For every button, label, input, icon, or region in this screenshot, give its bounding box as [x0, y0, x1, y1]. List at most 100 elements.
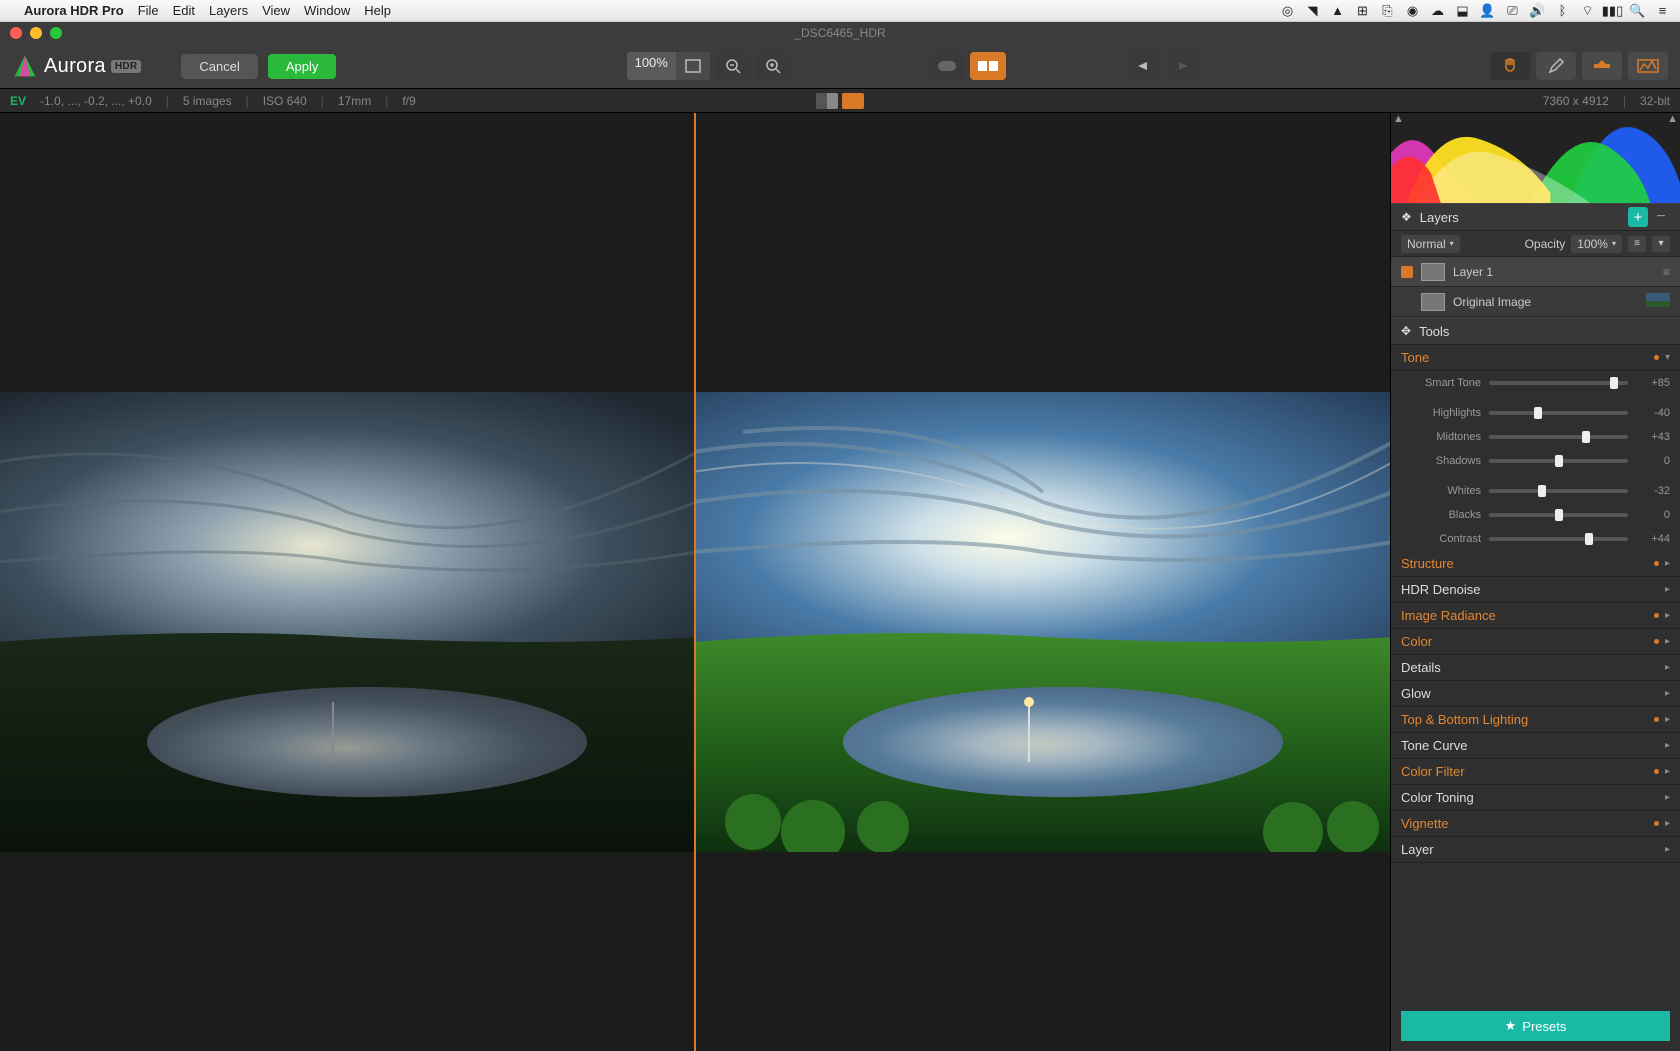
layer-options-button[interactable]: ▾: [1652, 236, 1670, 252]
section-layer[interactable]: Layer▸: [1391, 837, 1680, 863]
section-top-bottom-lighting[interactable]: Top & Bottom Lighting▸: [1391, 707, 1680, 733]
shadow-clip-icon[interactable]: ▲: [1393, 113, 1404, 125]
tray-icon-3[interactable]: ▲: [1330, 3, 1345, 18]
add-layer-button[interactable]: +: [1628, 207, 1648, 227]
tray-wifi-icon[interactable]: ⌔: [1580, 3, 1595, 18]
tray-icon-2[interactable]: ◥: [1305, 3, 1320, 18]
slider-track[interactable]: [1489, 537, 1628, 541]
tray-cloud-icon[interactable]: ☁: [1430, 3, 1445, 18]
gradient-tool-button[interactable]: [1582, 52, 1622, 80]
tray-dropbox-icon[interactable]: ⬓: [1455, 3, 1470, 18]
section-details[interactable]: Details▸: [1391, 655, 1680, 681]
app-logo: Aurora HDR: [12, 53, 141, 79]
brush-tool-button[interactable]: [1536, 52, 1576, 80]
blend-mode-select[interactable]: Normal▾: [1401, 235, 1460, 253]
tray-menu-icon[interactable]: ≡: [1655, 3, 1670, 18]
slider-track[interactable]: [1489, 489, 1628, 493]
menu-layers[interactable]: Layers: [209, 3, 248, 18]
split-compare-button[interactable]: [816, 93, 838, 109]
zoom-level[interactable]: 100%: [627, 52, 676, 80]
slider-track[interactable]: [1489, 411, 1628, 415]
menubar-app-name[interactable]: Aurora HDR Pro: [24, 3, 124, 18]
apply-button[interactable]: Apply: [268, 54, 337, 79]
before-image-panel: [0, 113, 694, 1051]
hand-tool-button[interactable]: [1490, 52, 1530, 80]
section-color[interactable]: Color▸: [1391, 629, 1680, 655]
tray-display-icon[interactable]: ⎚: [1505, 3, 1520, 18]
cancel-button[interactable]: Cancel: [181, 54, 257, 79]
tools-title: Tools: [1419, 324, 1449, 339]
undo-button[interactable]: [1126, 52, 1160, 80]
bit-depth: 32-bit: [1640, 94, 1670, 108]
opacity-select[interactable]: 100%▾: [1571, 235, 1622, 253]
menu-window[interactable]: Window: [304, 3, 350, 18]
section-tone[interactable]: Tone ▾: [1391, 345, 1680, 371]
tray-bluetooth-icon[interactable]: ᛒ: [1555, 3, 1570, 18]
window-close-button[interactable]: [10, 27, 22, 39]
section-color-toning[interactable]: Color Toning▸: [1391, 785, 1680, 811]
slider-track[interactable]: [1489, 381, 1628, 385]
tray-volume-icon[interactable]: 🔊: [1530, 3, 1545, 18]
menubar-tray: ◎ ◥ ▲ ⊞ ⎘ ◉ ☁ ⬓ 👤 ⎚ 🔊 ᛒ ⌔ ▮▮▯ 🔍 ≡: [1280, 3, 1670, 18]
tray-battery-icon[interactable]: ▮▮▯: [1605, 3, 1620, 18]
remove-layer-button[interactable]: −: [1652, 207, 1670, 227]
slider-whites[interactable]: Whites-32: [1391, 479, 1680, 503]
menu-help[interactable]: Help: [364, 3, 391, 18]
layer-menu-icon[interactable]: ≡: [1663, 265, 1670, 279]
section-image-radiance[interactable]: Image Radiance▸: [1391, 603, 1680, 629]
fit-screen-button[interactable]: [676, 52, 710, 80]
zoom-out-button[interactable]: [716, 52, 750, 80]
canvas[interactable]: [0, 113, 1390, 1051]
histogram[interactable]: ▲ ▲: [1391, 113, 1680, 203]
slider-contrast[interactable]: Contrast+44: [1391, 527, 1680, 551]
tray-user-icon[interactable]: 👤: [1480, 3, 1495, 18]
layer-row-original[interactable]: Original Image: [1391, 287, 1680, 317]
section-hdr-denoise[interactable]: HDR Denoise▸: [1391, 577, 1680, 603]
redo-button[interactable]: [1166, 52, 1200, 80]
window-minimize-button[interactable]: [30, 27, 42, 39]
menu-edit[interactable]: Edit: [173, 3, 195, 18]
side-compare-button[interactable]: [842, 93, 864, 109]
slider-blacks[interactable]: Blacks0: [1391, 503, 1680, 527]
preview-mode-controls: [930, 52, 1006, 80]
menu-view[interactable]: View: [262, 3, 290, 18]
single-view-button[interactable]: [930, 52, 964, 80]
zoom-in-button[interactable]: [756, 52, 790, 80]
compare-view-button[interactable]: [970, 52, 1006, 80]
layer-thumbnail: [1421, 263, 1445, 281]
sidebar: ▲ ▲ ❖ Layers + − Normal▾: [1390, 113, 1680, 1051]
highlight-clip-icon[interactable]: ▲: [1667, 113, 1678, 125]
presets-button[interactable]: ★ Presets: [1401, 1011, 1670, 1041]
tray-icon-6[interactable]: ◉: [1405, 3, 1420, 18]
slider-track[interactable]: [1489, 513, 1628, 517]
mask-mode-button[interactable]: ≡: [1628, 236, 1646, 252]
section-tone-curve[interactable]: Tone Curve▸: [1391, 733, 1680, 759]
slider-track[interactable]: [1489, 459, 1628, 463]
tray-icon-1[interactable]: ◎: [1280, 3, 1295, 18]
layer-row-1[interactable]: Layer 1 ≡: [1391, 257, 1680, 287]
window-zoom-button[interactable]: [50, 27, 62, 39]
layer-visibility-icon[interactable]: [1401, 266, 1413, 278]
slider-shadows[interactable]: Shadows0: [1391, 449, 1680, 473]
tools-icon: ✥: [1401, 324, 1411, 338]
slider-highlights[interactable]: Highlights-40: [1391, 401, 1680, 425]
zoom-controls: 100%: [627, 52, 790, 80]
section-vignette[interactable]: Vignette▸: [1391, 811, 1680, 837]
section-glow[interactable]: Glow▸: [1391, 681, 1680, 707]
image-count: 5 images: [183, 94, 232, 108]
section-color-filter[interactable]: Color Filter▸: [1391, 759, 1680, 785]
slider-value: 0: [1636, 509, 1670, 521]
slider-track[interactable]: [1489, 435, 1628, 439]
tray-spotlight-icon[interactable]: 🔍: [1630, 3, 1645, 18]
histogram-toggle-button[interactable]: [1628, 52, 1668, 80]
section-structure[interactable]: Structure▸: [1391, 551, 1680, 577]
slider-midtones[interactable]: Midtones+43: [1391, 425, 1680, 449]
tray-icon-4[interactable]: ⊞: [1355, 3, 1370, 18]
tray-icon-5[interactable]: ⎘: [1380, 3, 1395, 18]
menu-file[interactable]: File: [138, 3, 159, 18]
slider-label: Highlights: [1411, 407, 1481, 419]
tools-header: ✥ Tools: [1391, 317, 1680, 345]
mac-menubar: Aurora HDR Pro File Edit Layers View Win…: [0, 0, 1680, 22]
slider-smart-tone[interactable]: Smart Tone+85: [1391, 371, 1680, 395]
opacity-label: Opacity: [1525, 237, 1566, 251]
